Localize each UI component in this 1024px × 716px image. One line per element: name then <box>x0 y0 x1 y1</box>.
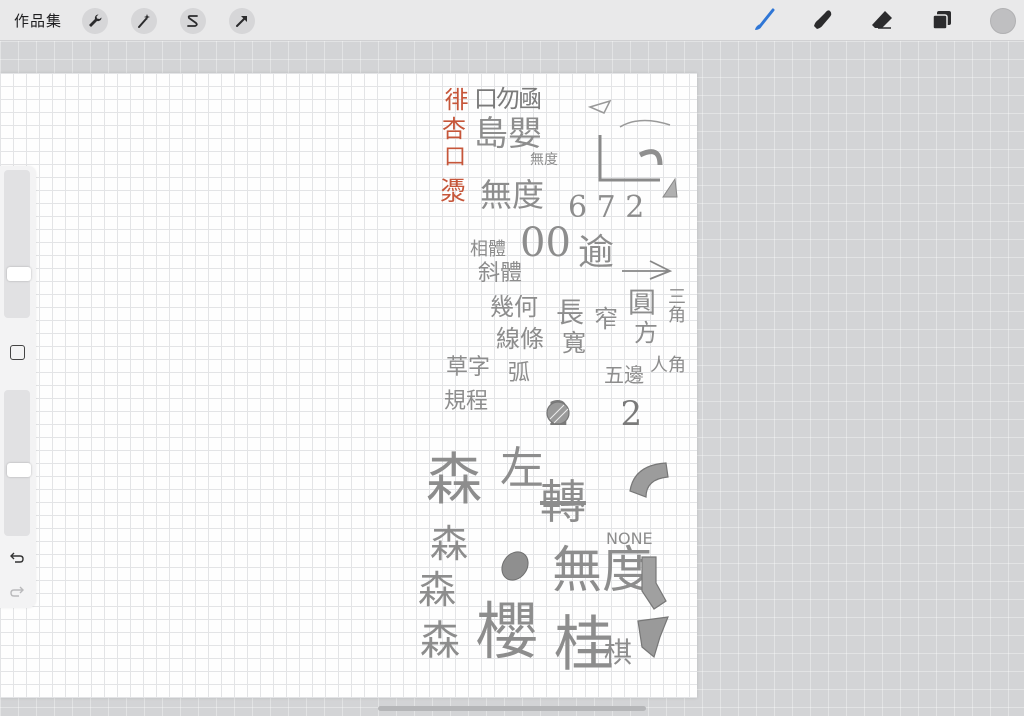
sketch-row1: 口勿凾 <box>474 85 542 113</box>
home-indicator <box>378 706 646 711</box>
sketch-shaded-bracket <box>641 556 667 610</box>
sketch-mueh: 無度 <box>480 176 545 214</box>
layers-icon[interactable] <box>928 6 956 34</box>
opacity-thumb[interactable] <box>7 463 31 477</box>
sketch-triangle <box>662 177 678 198</box>
sketch-forest-bottom: 森 <box>420 618 460 664</box>
sketch-red-glyph-3: 口 <box>444 145 467 170</box>
sketch-striped-circle <box>546 401 570 425</box>
gallery-button[interactable]: 作品集 <box>14 10 62 31</box>
transform-arrow-icon[interactable] <box>229 8 255 34</box>
sketch-shaded-leaf <box>501 551 529 581</box>
sketch-yuan: 圓 <box>628 286 657 319</box>
sketch-caozi: 草字 <box>446 355 491 380</box>
sketch-sanjiao: 三角 <box>665 287 686 323</box>
sketch-huhu: 弧 <box>508 361 531 386</box>
sketch-zuo: 左 <box>500 443 544 494</box>
sketch-ne: 棋 <box>604 636 633 669</box>
sketch-red-glyph-1: 徘 <box>440 87 468 111</box>
sketch-ren: 人角 <box>650 355 686 376</box>
sketch-kuan: 寬 <box>562 329 586 357</box>
brush-size-thumb[interactable] <box>7 267 31 281</box>
sketch-shaded-arc <box>629 462 669 498</box>
left-sidebar <box>0 166 36 608</box>
redo-icon[interactable] <box>8 582 26 600</box>
sketch-shaded-wedge <box>637 616 669 659</box>
sketch-zhai: 窄 <box>594 305 618 333</box>
modify-button[interactable] <box>10 345 25 360</box>
top-toolbar: 作品集 <box>0 0 1024 41</box>
magic-wand-icon[interactable] <box>131 8 157 34</box>
sketch-arrow-right <box>622 260 673 280</box>
brush-icon[interactable] <box>750 6 778 34</box>
sketch-xiti: 相體 <box>470 239 506 260</box>
wrench-icon[interactable] <box>82 8 108 34</box>
sketch-xiantiao: 線條 <box>496 325 544 353</box>
sketch-wuzhe: 五邊 <box>604 363 644 387</box>
procreate-app: 徘 杏 口 㵗 口勿凾 島嬰 無度 無度 00 6 7 2 逾 相體 斜體 幾何… <box>0 0 1024 716</box>
undo-icon[interactable] <box>8 548 26 566</box>
sketch-jihe: 幾何 <box>490 293 538 321</box>
color-picker-button[interactable] <box>990 8 1016 34</box>
sketch-fang: 方 <box>634 319 658 347</box>
sketch-zero: 00 <box>520 220 571 266</box>
sketch-red-glyph-4: 㵗 <box>440 177 467 207</box>
drawing-canvas[interactable]: 徘 杏 口 㵗 口勿凾 島嬰 無度 無度 00 6 7 2 逾 相體 斜體 幾何… <box>0 73 697 698</box>
sketch-forest-large: 森 <box>426 448 482 513</box>
eraser-icon[interactable] <box>868 6 896 34</box>
sketch-zhuan: 轉 <box>540 475 586 529</box>
sketch-chang: 長 <box>556 296 585 329</box>
sketch-ying: 櫻 <box>476 595 539 668</box>
selection-s-icon[interactable] <box>180 8 206 34</box>
sketch-forest-small: 森 <box>418 568 457 612</box>
sketch-row2: 島嬰 <box>474 114 542 154</box>
sketch-yu: 逾 <box>578 232 615 273</box>
sketch-xieti: 斜體 <box>478 261 523 286</box>
sketch-numbers: 6 7 2 <box>568 190 645 225</box>
sketch-forest-medium: 森 <box>430 522 469 566</box>
sketch-guize: 規程 <box>444 389 489 414</box>
sketch-red-glyph-2: 杏 <box>442 115 466 143</box>
opacity-slider[interactable] <box>4 390 31 536</box>
sketch-small-wudu: 無度 <box>530 152 558 168</box>
smudge-icon[interactable] <box>809 6 837 34</box>
brush-size-slider[interactable] <box>4 170 31 318</box>
